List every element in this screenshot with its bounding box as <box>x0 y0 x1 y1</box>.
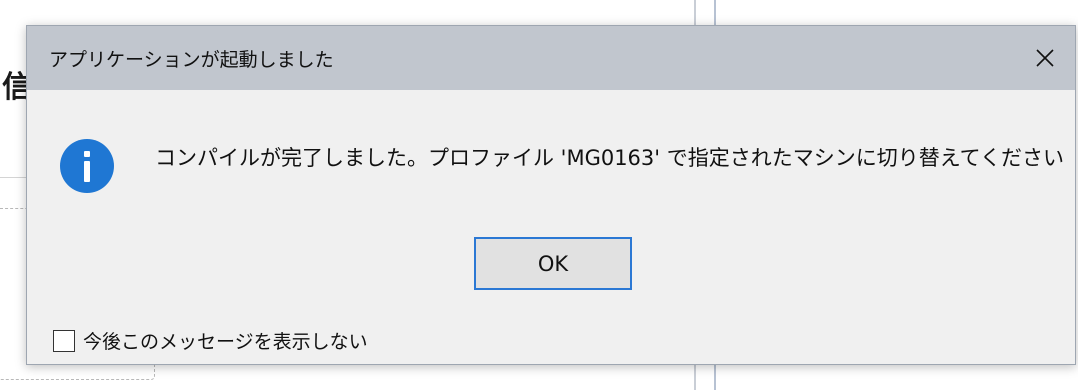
dont-show-again-option[interactable]: 今後このメッセージを表示しない <box>53 327 368 354</box>
dont-show-again-label: 今後このメッセージを表示しない <box>83 331 368 353</box>
screen: 信 アプリケーションが起動しました コンパイルが完了しました。プロファイル 'M… <box>0 0 1078 390</box>
info-icon <box>60 139 114 193</box>
ok-button[interactable]: OK <box>474 237 632 290</box>
dialog-titlebar[interactable]: アプリケーションが起動しました <box>27 26 1075 90</box>
message-dialog: アプリケーションが起動しました コンパイルが完了しました。プロファイル 'MG0… <box>26 25 1076 365</box>
close-button[interactable] <box>1015 26 1075 90</box>
dialog-message: コンパイルが完了しました。プロファイル 'MG0163' で指定されたマシンに切… <box>155 146 1065 170</box>
dialog-content: コンパイルが完了しました。プロファイル 'MG0163' で指定されたマシンに切… <box>27 90 1075 366</box>
dont-show-again-checkbox[interactable] <box>53 329 75 352</box>
dialog-title: アプリケーションが起動しました <box>49 48 334 71</box>
close-icon <box>1036 49 1054 67</box>
ok-button-label: OK <box>537 251 569 276</box>
